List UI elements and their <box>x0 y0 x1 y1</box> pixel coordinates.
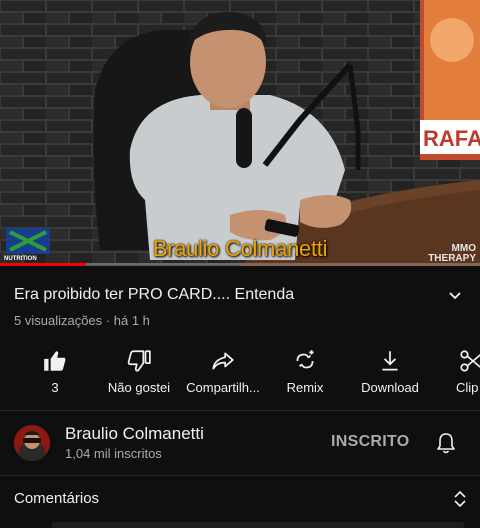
download-label: Download <box>361 380 419 395</box>
video-title[interactable]: Era proibido ter PRO CARD.... Entenda <box>14 286 294 304</box>
divider <box>0 410 480 411</box>
comment-preview-edge <box>52 522 464 528</box>
dislike-button[interactable]: Não gostei <box>101 344 177 404</box>
remix-button[interactable]: Remix <box>280 344 330 404</box>
video-caption: Braulio Colmanetti <box>152 236 328 261</box>
video-frame: RAFAE <box>0 0 480 266</box>
meta-separator: · <box>105 313 111 328</box>
action-row: 3 Não gostei Compartilh... Remix Downloa… <box>0 344 480 404</box>
divider <box>0 475 480 476</box>
share-button[interactable]: Compartilh... <box>179 344 267 404</box>
comments-header[interactable]: Comentários <box>14 490 99 507</box>
channel-name[interactable]: Braulio Colmanetti <box>65 424 204 444</box>
expand-comments-icon[interactable] <box>452 490 468 508</box>
download-button[interactable]: Download <box>354 344 426 404</box>
subscriber-count: 1,04 mil inscritos <box>65 446 162 461</box>
clip-label: Clip <box>456 380 479 395</box>
thumbs-down-icon <box>127 350 151 372</box>
brand-watermark-left: NUTRITION <box>4 256 37 262</box>
chevron-down-icon[interactable] <box>446 286 464 304</box>
thumbs-up-filled-icon <box>44 351 66 371</box>
like-count: 3 <box>51 380 59 395</box>
remix-label: Remix <box>286 380 324 395</box>
channel-avatar[interactable] <box>14 425 50 461</box>
avatar-image <box>14 425 50 461</box>
like-button[interactable]: 3 <box>30 344 80 404</box>
progress-bar[interactable] <box>0 263 480 266</box>
scissors-icon <box>460 350 480 372</box>
progress-bar-fill <box>0 263 87 266</box>
video-meta: 5 visualizações · há 1 h <box>14 313 150 328</box>
clip-button[interactable]: Clip <box>452 344 480 404</box>
share-icon <box>212 352 234 370</box>
subscribe-button[interactable]: INSCRITO <box>331 433 410 451</box>
share-label: Compartilh... <box>186 380 260 395</box>
upload-age: há 1 h <box>113 313 150 328</box>
video-player[interactable]: RAFAE Braulio Colmanetti NUTRITION MMO T… <box>0 0 480 266</box>
remix-icon <box>296 350 314 369</box>
poster-text: RAFAE <box>423 126 480 151</box>
view-count: 5 visualizações <box>14 313 103 328</box>
dislike-label: Não gostei <box>107 380 171 395</box>
download-icon <box>382 351 398 371</box>
brand-watermark-right: MMO THERAPY <box>428 244 476 264</box>
bell-icon[interactable] <box>435 431 457 455</box>
